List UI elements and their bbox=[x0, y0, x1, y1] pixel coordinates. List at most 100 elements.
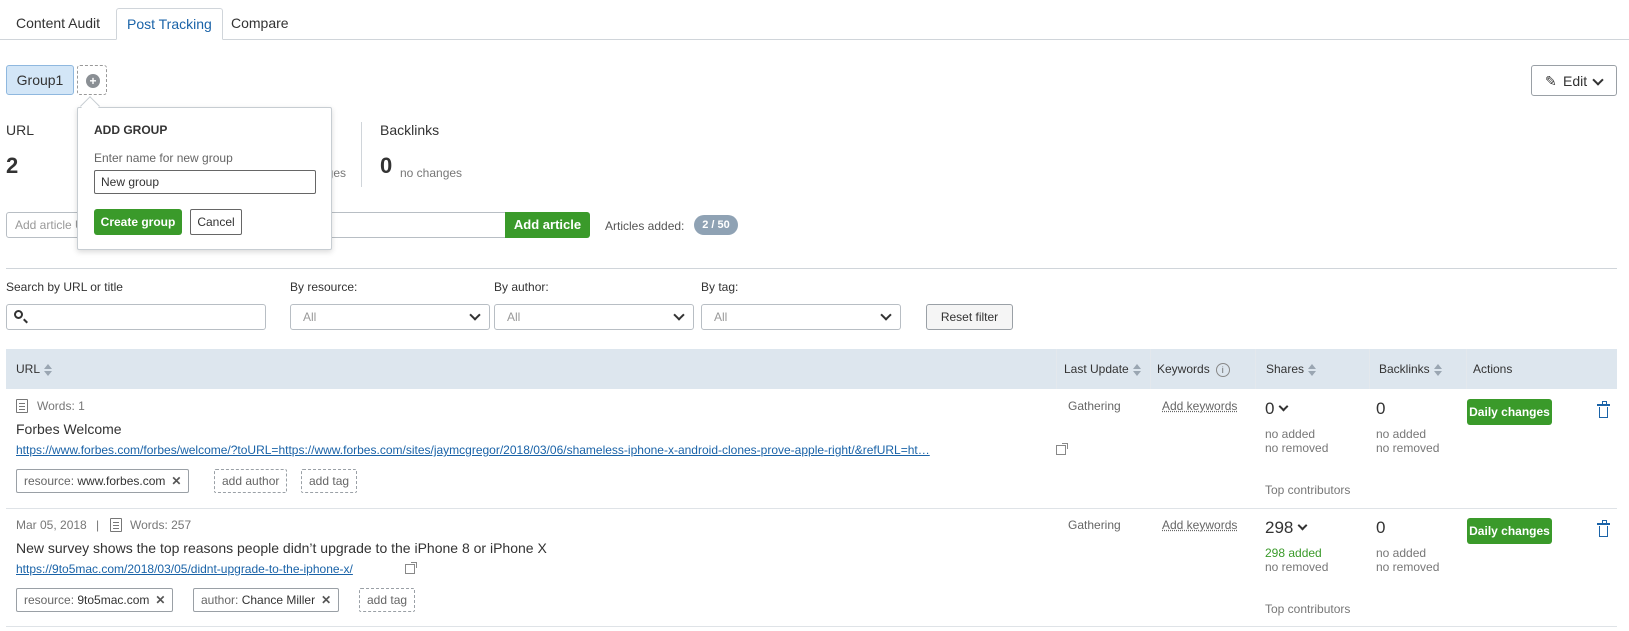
add-tag-button[interactable]: add tag bbox=[301, 469, 358, 493]
group-name-input[interactable]: New group bbox=[94, 170, 316, 194]
tab-bar: Content Audit Post Tracking Compare bbox=[0, 0, 1629, 40]
external-link-icon[interactable] bbox=[405, 562, 417, 574]
article-title: Forbes Welcome bbox=[16, 421, 122, 437]
remove-tag-icon[interactable]: ✕ bbox=[321, 593, 331, 607]
th-last-update[interactable]: Last Update bbox=[1064, 362, 1141, 376]
backlinks-value: 0 bbox=[1376, 518, 1386, 537]
th-backlinks[interactable]: Backlinks bbox=[1379, 362, 1442, 376]
popup-hint: Enter name for new group bbox=[94, 151, 233, 165]
create-group-button[interactable]: Create group bbox=[94, 209, 182, 235]
backlinks-added: no added bbox=[1376, 546, 1427, 560]
meta-separator: | bbox=[96, 518, 100, 532]
tag-select-value: All bbox=[714, 310, 728, 324]
sort-icon bbox=[1308, 363, 1317, 376]
add-author-tag[interactable]: add author bbox=[214, 469, 288, 493]
article-title: New survey shows the top reasons people … bbox=[16, 540, 547, 556]
author-tag: author: Chance Miller ✕ bbox=[193, 588, 340, 612]
chevron-down-icon bbox=[1297, 520, 1308, 531]
daily-changes-button[interactable]: Daily changes bbox=[1467, 518, 1552, 544]
delete-trash-icon[interactable] bbox=[1597, 401, 1610, 418]
th-shares[interactable]: Shares bbox=[1266, 362, 1317, 376]
table-header: URL Last Update Keywords i Shares Backlin… bbox=[6, 349, 1617, 389]
last-update-status: Gathering bbox=[1068, 399, 1121, 413]
chevron-down-icon bbox=[673, 309, 685, 321]
tab-content-audit[interactable]: Content Audit bbox=[6, 8, 110, 40]
popup-title: ADD GROUP bbox=[94, 123, 168, 137]
th-url[interactable]: URL bbox=[16, 362, 53, 376]
chevron-down-icon bbox=[880, 309, 892, 321]
word-count: Words: 257 bbox=[130, 518, 192, 532]
external-link-icon[interactable] bbox=[1056, 443, 1068, 455]
reset-filter-button[interactable]: Reset filter bbox=[926, 304, 1013, 330]
th-keywords: Keywords i bbox=[1157, 362, 1230, 377]
stat-url-label: URL bbox=[6, 122, 35, 138]
column-divider bbox=[1255, 349, 1256, 389]
column-divider bbox=[1056, 349, 1057, 389]
tag-filter-label: By tag: bbox=[701, 280, 739, 294]
shares-added: 298 added bbox=[1265, 546, 1322, 560]
section-divider bbox=[6, 268, 1617, 269]
shares-value[interactable]: 298 bbox=[1265, 518, 1308, 538]
shares-value[interactable]: 0 bbox=[1265, 399, 1289, 419]
add-tag-button[interactable]: add tag bbox=[359, 588, 416, 612]
add-keywords-link[interactable]: Add keywords bbox=[1162, 518, 1237, 532]
backlinks-removed: no removed bbox=[1376, 441, 1440, 455]
resource-tag: resource: 9to5mac.com ✕ bbox=[16, 588, 174, 612]
resource-tag: resource: www.forbes.com ✕ bbox=[16, 469, 190, 493]
pencil-icon: ✎ bbox=[1545, 73, 1557, 89]
row-divider bbox=[6, 508, 1617, 509]
sort-icon bbox=[1132, 363, 1141, 376]
article-url-link[interactable]: https://www.forbes.com/forbes/welcome/?t… bbox=[16, 443, 1050, 457]
backlinks-removed: no removed bbox=[1376, 560, 1440, 574]
add-article-button[interactable]: Add article bbox=[505, 212, 590, 238]
word-count: Words: 1 bbox=[37, 399, 85, 413]
stat-divider bbox=[361, 122, 362, 187]
row-divider bbox=[6, 626, 1617, 627]
tab-post-tracking[interactable]: Post Tracking bbox=[116, 8, 223, 40]
column-divider bbox=[1466, 349, 1467, 389]
chevron-down-icon bbox=[1592, 74, 1604, 86]
article-date: Mar 05, 2018 bbox=[16, 518, 87, 532]
remove-tag-icon[interactable]: ✕ bbox=[155, 593, 165, 607]
shares-added: no added bbox=[1265, 427, 1316, 441]
remove-tag-icon[interactable]: ✕ bbox=[171, 474, 181, 488]
stat-backlinks-label: Backlinks bbox=[380, 122, 440, 138]
stat-url-value: 2 bbox=[6, 153, 19, 178]
sort-icon bbox=[1433, 363, 1442, 376]
group-chip-group1[interactable]: Group1 bbox=[6, 65, 74, 95]
sort-icon bbox=[44, 363, 53, 376]
shares-removed: no removed bbox=[1265, 441, 1329, 455]
articles-count-badge: 2 / 50 bbox=[694, 215, 738, 235]
resource-select[interactable]: All bbox=[290, 304, 490, 330]
column-divider bbox=[1150, 349, 1151, 389]
daily-changes-button[interactable]: Daily changes bbox=[1467, 399, 1552, 425]
author-select[interactable]: All bbox=[494, 304, 694, 330]
add-group-popup: ADD GROUP Enter name for new group New g… bbox=[77, 107, 332, 250]
delete-trash-icon[interactable] bbox=[1597, 520, 1610, 537]
info-icon: i bbox=[1215, 362, 1230, 377]
resource-select-value: All bbox=[303, 310, 317, 324]
tag-select[interactable]: All bbox=[701, 304, 901, 330]
search-input[interactable] bbox=[6, 304, 266, 330]
add-keywords-link[interactable]: Add keywords bbox=[1162, 399, 1237, 413]
stat-backlinks-sub: no changes bbox=[400, 166, 463, 180]
document-icon bbox=[16, 399, 28, 413]
articles-added-label: Articles added: bbox=[605, 219, 685, 233]
cancel-button[interactable]: Cancel bbox=[190, 209, 242, 235]
th-actions: Actions bbox=[1473, 362, 1513, 376]
chevron-down-icon bbox=[1279, 401, 1289, 412]
plus-circle-icon: + bbox=[86, 74, 100, 88]
author-filter-label: By author: bbox=[494, 280, 549, 294]
chevron-down-icon bbox=[469, 309, 481, 321]
top-contributors-label: Top contributors bbox=[1265, 602, 1351, 616]
column-divider bbox=[1369, 349, 1370, 389]
edit-label: Edit bbox=[1563, 73, 1588, 89]
last-update-status: Gathering bbox=[1068, 518, 1121, 532]
document-icon bbox=[110, 518, 122, 532]
add-group-button[interactable]: + bbox=[77, 65, 107, 95]
search-icon bbox=[14, 310, 23, 319]
article-url-link[interactable]: https://9to5mac.com/2018/03/05/didnt-upg… bbox=[16, 562, 353, 576]
backlinks-added: no added bbox=[1376, 427, 1427, 441]
edit-button[interactable]: ✎ Edit bbox=[1531, 65, 1617, 96]
tab-compare[interactable]: Compare bbox=[221, 8, 299, 40]
